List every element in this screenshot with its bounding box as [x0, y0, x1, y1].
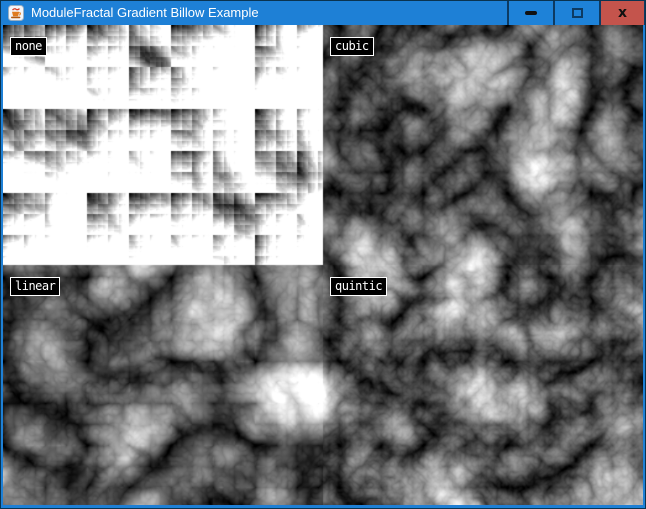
close-button[interactable]: x [599, 1, 645, 25]
java-coffee-cup-icon [8, 5, 24, 21]
titlebar[interactable]: ModuleFractal Gradient Billow Example x [1, 1, 645, 25]
window-title: ModuleFractal Gradient Billow Example [31, 1, 259, 25]
app-window: ModuleFractal Gradient Billow Example x … [0, 0, 646, 509]
window-controls: x [507, 1, 645, 25]
minimize-icon [525, 11, 537, 15]
close-icon: x [618, 6, 627, 20]
quadrant-label-linear: linear [10, 277, 60, 296]
maximize-icon [572, 8, 583, 18]
minimize-button[interactable] [507, 1, 553, 25]
render-area: none cubic linear quintic [3, 25, 643, 505]
maximize-button[interactable] [553, 1, 599, 25]
noise-canvas [3, 25, 643, 505]
quadrant-label-none: none [10, 37, 47, 56]
quadrant-label-quintic: quintic [330, 277, 387, 296]
quadrant-label-cubic: cubic [330, 37, 374, 56]
